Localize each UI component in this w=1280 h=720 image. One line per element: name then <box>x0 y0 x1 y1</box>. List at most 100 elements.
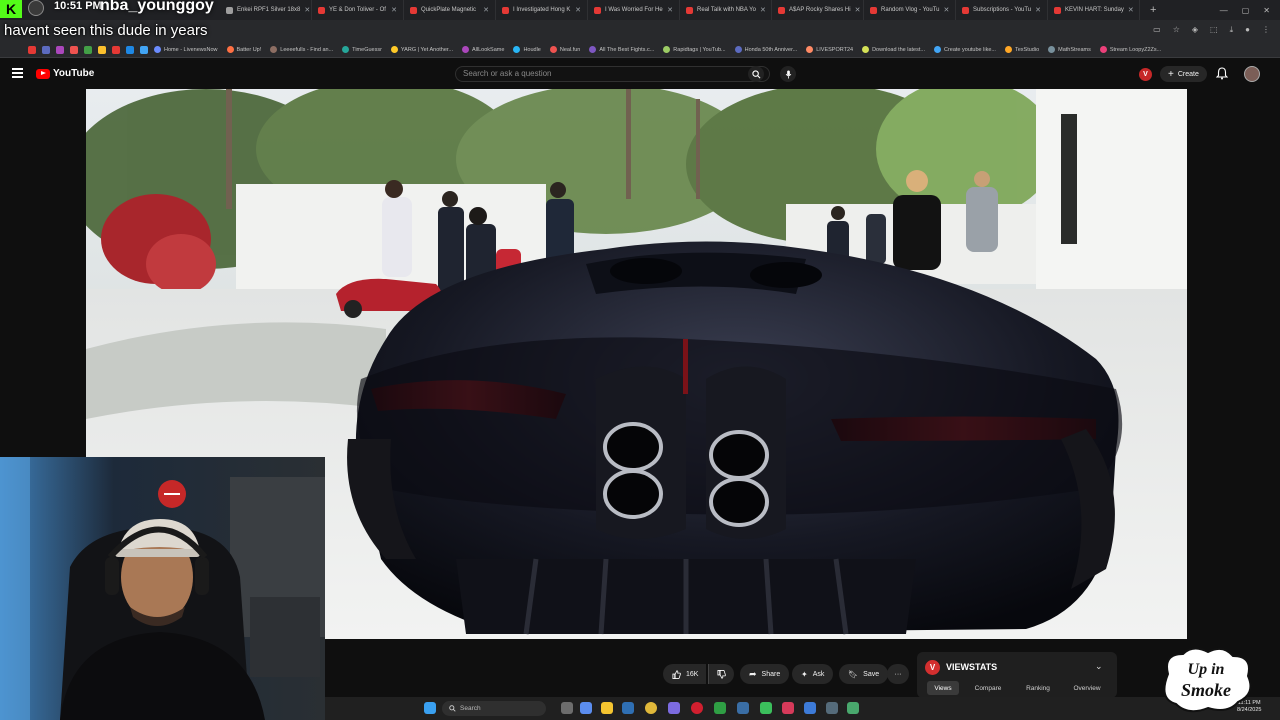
browser-tab[interactable]: I Was Worried For He ✕ <box>588 0 680 20</box>
minimize-icon[interactable]: — <box>1220 6 1228 15</box>
save-playlist-icon: 🔖︎ <box>848 669 859 679</box>
new-tab-icon[interactable]: + <box>1150 4 1156 16</box>
bookmark-item[interactable]: Rapidtags | YouTub... <box>663 46 726 53</box>
file-explorer-icon[interactable] <box>601 702 613 714</box>
bookmark-item[interactable]: LIVESPORT24 <box>806 46 853 53</box>
tab-close-icon[interactable]: ✕ <box>391 6 397 14</box>
bookmark-item[interactable]: MathStreams <box>1048 46 1091 53</box>
bookmark-item[interactable]: Leeeefulls - Find an... <box>270 46 333 53</box>
more-actions-button[interactable]: ··· <box>887 664 909 684</box>
app-icon[interactable] <box>737 702 749 714</box>
profile-icon[interactable]: ● <box>1245 25 1250 35</box>
share-label: Share <box>761 670 781 678</box>
tab-close-icon[interactable]: ✕ <box>760 6 766 14</box>
bookmark-icon[interactable] <box>42 45 50 54</box>
spotify-icon[interactable] <box>760 702 772 714</box>
search-input[interactable]: Search or ask a question <box>455 66 770 82</box>
tab-close-icon[interactable]: ✕ <box>1128 6 1134 14</box>
windows-start-icon[interactable] <box>424 702 436 714</box>
viewstats-tab-ranking[interactable]: Ranking <box>1019 681 1057 695</box>
youtube-logo[interactable]: YouTube <box>36 68 94 79</box>
voice-search-button[interactable] <box>780 66 796 82</box>
bookmark-icon[interactable] <box>70 45 78 54</box>
bookmark-item[interactable]: TexStudio <box>1004 46 1039 53</box>
viewstats-tab-views[interactable]: Views <box>927 681 959 695</box>
browser-tab[interactable]: KEVIN HART: Sunday ✕ <box>1048 0 1140 20</box>
chrome-icon[interactable] <box>645 702 657 714</box>
hamburger-menu-icon[interactable] <box>12 68 23 78</box>
viewstats-tab-overview[interactable]: Overview <box>1067 681 1107 695</box>
xbox-icon[interactable] <box>714 702 726 714</box>
close-window-icon[interactable]: ✕ <box>1263 6 1270 15</box>
kick-logo: K <box>0 0 22 18</box>
bookmark-item[interactable]: All The Best Fights.c... <box>589 46 654 53</box>
bookmark-icon[interactable] <box>56 45 64 54</box>
search-button[interactable] <box>748 66 764 82</box>
extensions-puzzle-icon[interactable]: ⬚ <box>1210 25 1218 35</box>
chevron-down-icon[interactable]: ⌄ <box>1095 661 1103 672</box>
music-app-icon[interactable] <box>782 702 794 714</box>
bookmark-item[interactable]: TimeGuessr <box>342 46 382 53</box>
browser-tab[interactable]: A$AP Rocky Shares Hi ✕ <box>772 0 864 20</box>
browser-tab[interactable]: QuickPlate Magnetic ✕ <box>404 0 496 20</box>
tab-close-icon[interactable]: ✕ <box>575 6 581 14</box>
tab-close-icon[interactable]: ✕ <box>667 6 673 14</box>
bookmark-icon[interactable] <box>126 45 134 54</box>
bookmark-item[interactable]: Download the latest... <box>862 46 925 53</box>
tab-close-icon[interactable]: ✕ <box>855 6 861 14</box>
opera-gx-icon[interactable] <box>691 702 703 714</box>
app-icon[interactable] <box>826 702 838 714</box>
bookmark-item[interactable]: Home - LivenewsNow <box>154 46 218 53</box>
viewstats-tab-compare[interactable]: Compare <box>969 681 1007 695</box>
tab-close-icon[interactable]: ✕ <box>943 6 949 14</box>
app-icon[interactable] <box>804 702 816 714</box>
bookmark-favicon-icon <box>226 46 234 53</box>
browser-tab[interactable]: I Investigated Hong K ✕ <box>496 0 588 20</box>
bookmark-icon[interactable] <box>98 45 106 54</box>
browser-tab[interactable]: Subscriptions - YouTu ✕ <box>956 0 1048 20</box>
bookmark-item[interactable]: Neal.fun <box>549 46 580 53</box>
tab-close-icon[interactable]: ✕ <box>1035 6 1041 14</box>
browser-tab[interactable]: Random Vlog - YouTu ✕ <box>864 0 956 20</box>
notifications-bell-icon[interactable] <box>1215 67 1229 85</box>
bookmark-icon[interactable] <box>140 45 148 54</box>
bookmark-item[interactable]: Create youtube like... <box>933 46 996 53</box>
browser-tab[interactable]: YE & Don Toliver - Of ✕ <box>312 0 404 20</box>
save-button[interactable]: 🔖︎ Save <box>839 664 889 684</box>
tab-close-icon[interactable]: ✕ <box>304 6 310 14</box>
discord-icon[interactable] <box>668 702 680 714</box>
svg-text:Smoke: Smoke <box>1181 680 1231 700</box>
dislike-button[interactable] <box>708 664 734 684</box>
bookmark-item[interactable]: Stream LoopyZ2Zs... <box>1099 46 1161 53</box>
bookmark-item[interactable]: YARG | Yet Another... <box>390 46 453 53</box>
download-icon[interactable]: ⤓ <box>1230 25 1234 35</box>
browser-menu-icon[interactable]: ⋮ <box>1262 25 1270 35</box>
account-avatar[interactable] <box>1244 66 1260 82</box>
bookmark-icon[interactable] <box>84 45 92 54</box>
taskbar-search-input[interactable]: Search <box>442 701 546 716</box>
bookmark-item[interactable]: Batter Up! <box>226 46 261 53</box>
bookmark-item[interactable]: AllLookSame <box>462 46 504 53</box>
share-button[interactable]: ➦ Share <box>740 664 790 684</box>
browser-tab[interactable]: Real Talk with NBA Yo ✕ <box>680 0 772 20</box>
bookmark-icon[interactable] <box>28 45 36 54</box>
browser-tab[interactable]: Enkei RPF1 Silver 18x8 ✕ <box>220 0 312 20</box>
task-view-icon[interactable] <box>561 702 573 714</box>
tab-label: Random Vlog - YouTu <box>881 7 940 13</box>
bookmark-label: All The Best Fights.c... <box>599 46 655 53</box>
ask-button[interactable]: ✦ Ask <box>792 664 834 684</box>
maximize-icon[interactable]: ▢ <box>1242 6 1250 15</box>
like-button[interactable]: 16K <box>663 664 707 684</box>
tab-close-icon[interactable]: ✕ <box>483 6 489 14</box>
bookmark-item[interactable]: Honda 50th Anniver... <box>734 46 797 53</box>
bookmark-star-icon[interactable]: ☆ <box>1173 25 1180 35</box>
create-button[interactable]: + Create <box>1160 66 1207 82</box>
extension-icon[interactable]: ◈ <box>1192 25 1198 35</box>
app-icon[interactable] <box>847 702 859 714</box>
viewstats-extension-icon[interactable]: V <box>1139 68 1152 81</box>
cast-icon[interactable]: ▭ <box>1153 25 1161 35</box>
bookmark-icon[interactable] <box>112 45 120 54</box>
copilot-icon[interactable] <box>580 702 592 714</box>
steam-icon[interactable] <box>622 702 634 714</box>
bookmark-item[interactable]: Houdle <box>513 46 541 53</box>
